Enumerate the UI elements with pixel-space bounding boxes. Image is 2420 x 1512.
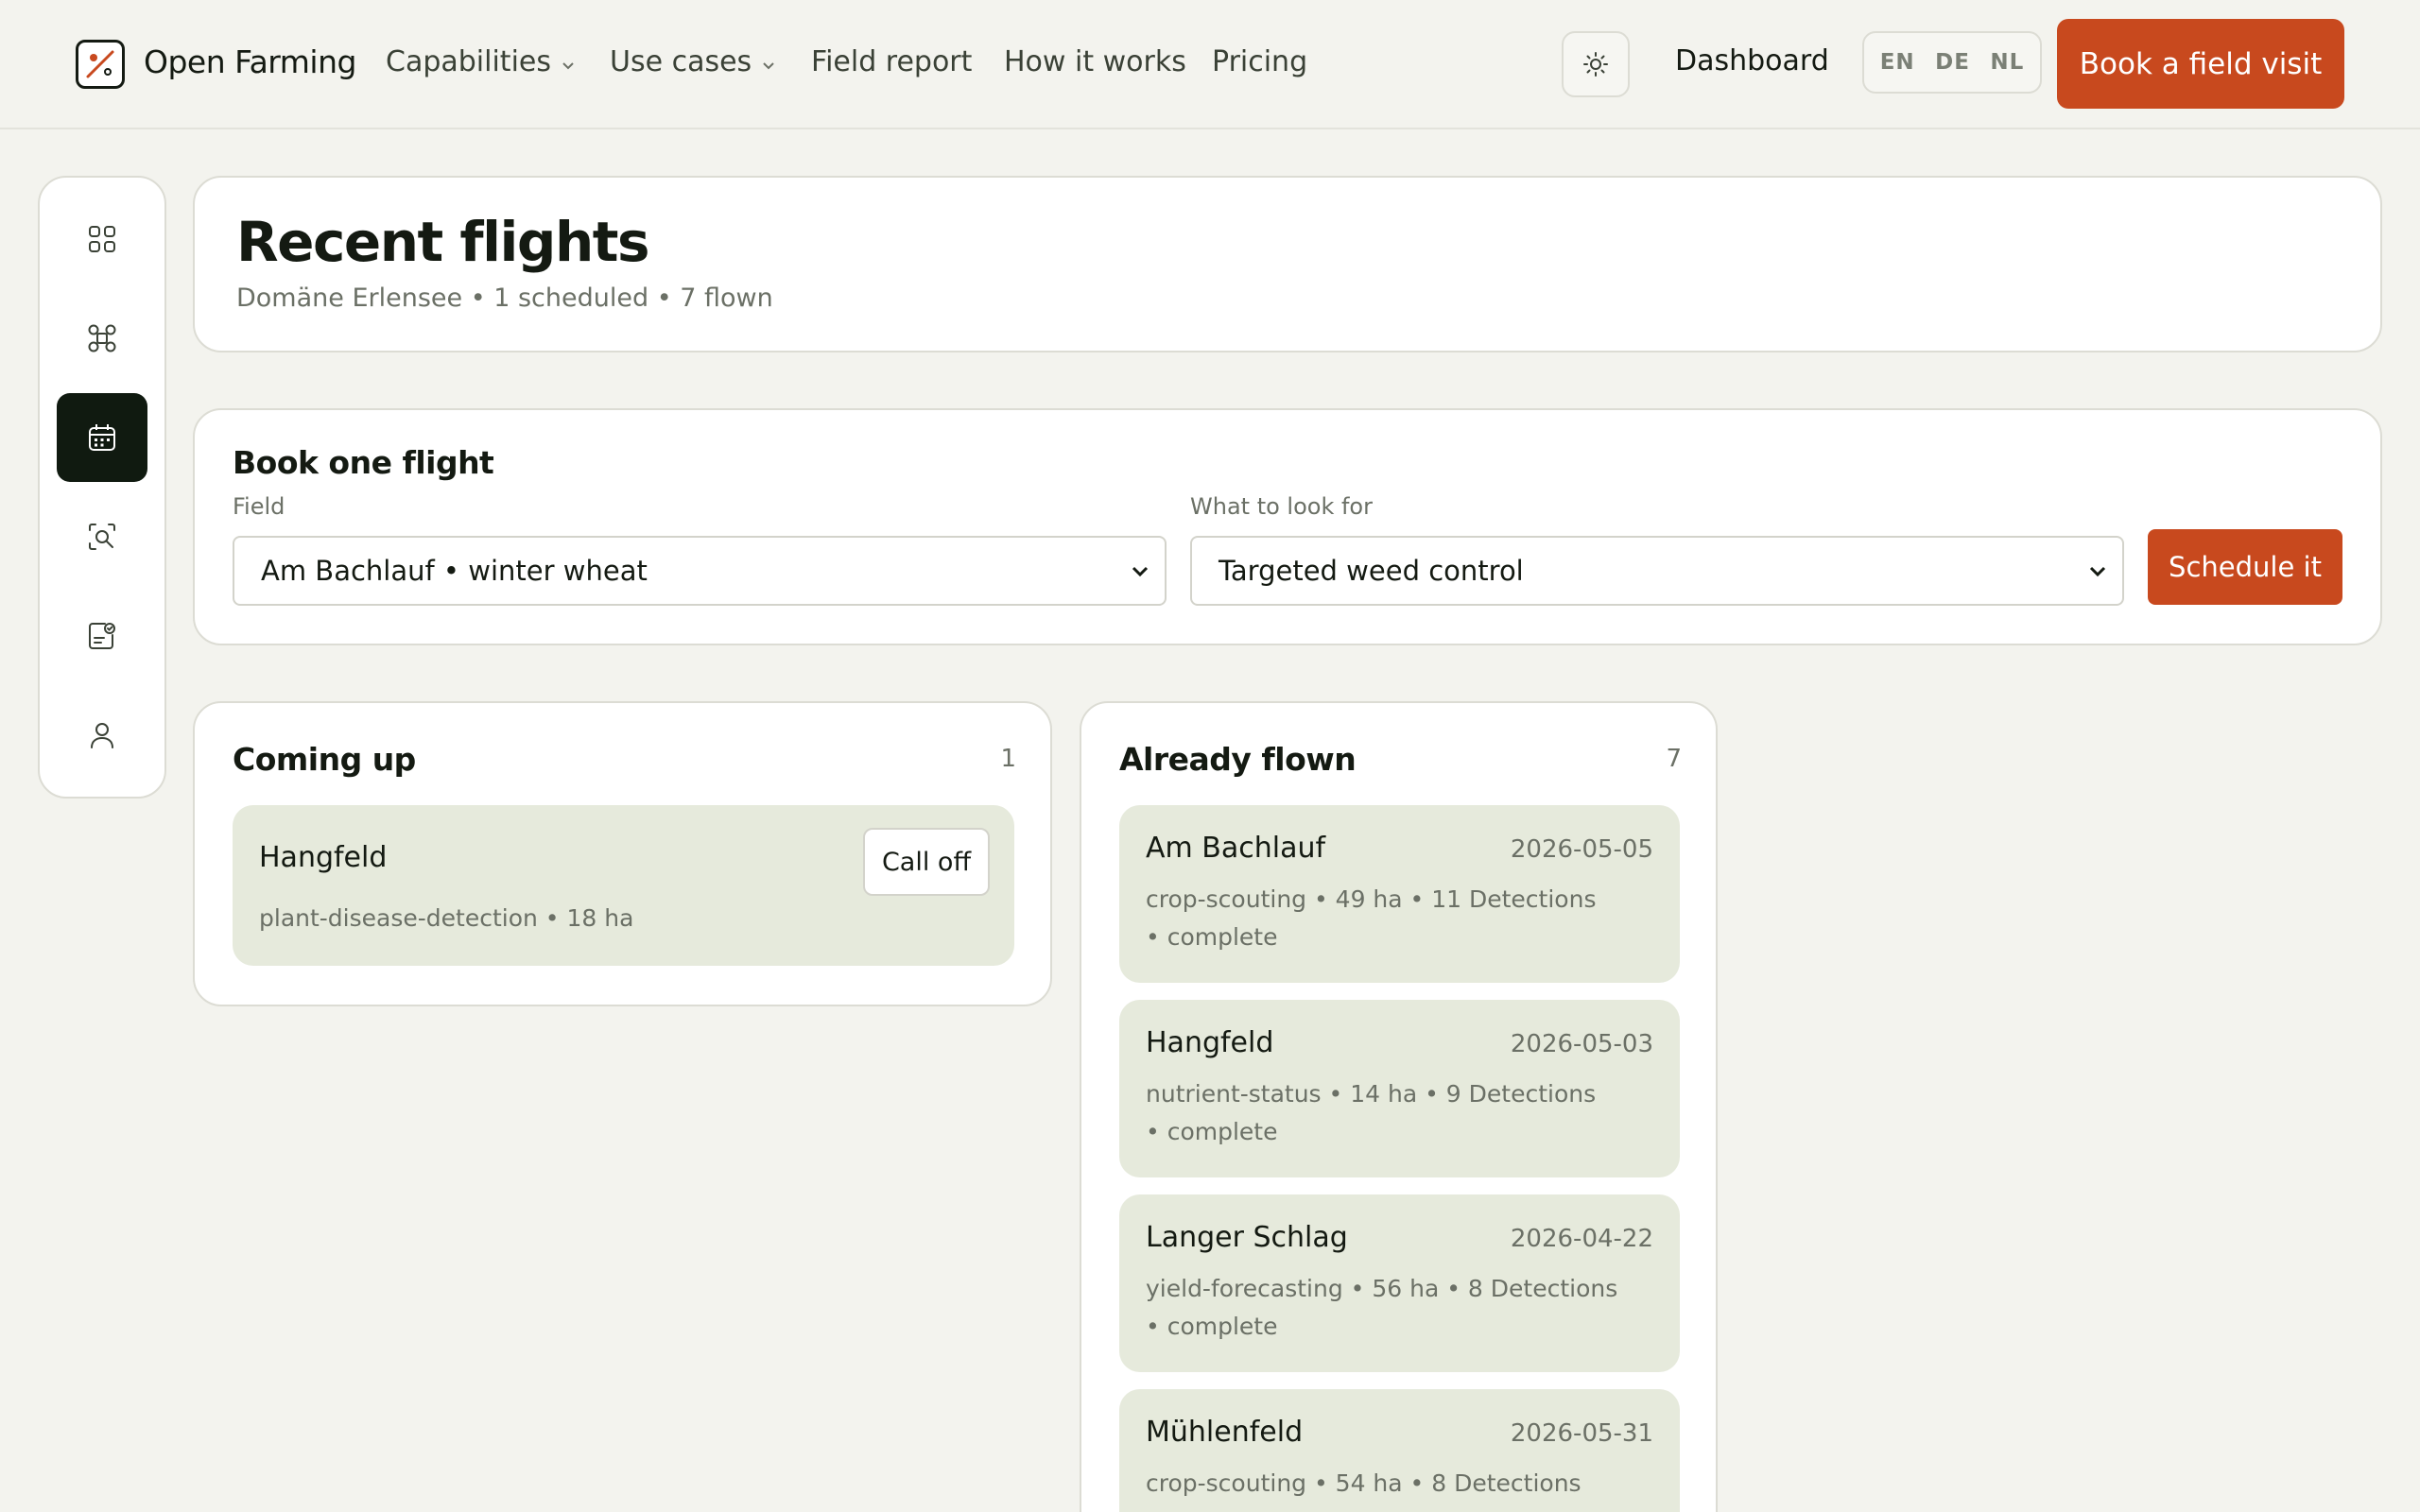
schedule-button[interactable]: Schedule it [2148, 529, 2342, 605]
book-field-visit-button[interactable]: Book a field visit [2057, 19, 2344, 109]
look-for-select-value: Targeted weed control [1219, 555, 1524, 587]
page-header-card: Recent flights Domäne Erlensee • 1 sched… [193, 176, 2382, 352]
field-select-value: Am Bachlauf • winter wheat [261, 555, 648, 587]
look-for-select[interactable]: Targeted weed control [1190, 536, 2124, 606]
nav-capabilities-label: Capabilities [386, 45, 551, 78]
list-item[interactable]: Mühlenfeld 2026-05-31 crop-scouting • 54… [1119, 1389, 1680, 1512]
page-title: Recent flights [236, 210, 649, 274]
item-name: Mühlenfeld [1146, 1416, 1304, 1449]
already-flown-title: Already flown [1119, 741, 1357, 778]
sidebar [38, 176, 166, 799]
item-meta: crop-scouting • 54 ha • 8 Detections [1146, 1469, 1582, 1497]
field-select[interactable]: Am Bachlauf • winter wheat [233, 536, 1167, 606]
sidebar-item-profile[interactable] [57, 691, 147, 780]
look-for-label: What to look for [1190, 493, 1373, 520]
call-off-button[interactable]: Call off [863, 828, 990, 896]
item-name: Am Bachlauf [1146, 832, 1326, 865]
list-item[interactable]: Hangfeld 2026-05-03 nutrient-status • 14… [1119, 1000, 1680, 1177]
booking-card: Book one flight Field Am Bachlauf • wint… [193, 408, 2382, 645]
brand-name[interactable]: Open Farming [144, 43, 356, 80]
nav-how-it-works[interactable]: How it works [1004, 45, 1186, 78]
item-status: • complete [1146, 923, 1278, 951]
scan-search-icon [89, 524, 115, 550]
theme-toggle-button[interactable] [1562, 31, 1630, 97]
item-date: 2026-05-03 [1510, 1030, 1653, 1058]
item-name: Hangfeld [1146, 1026, 1274, 1059]
nav-capabilities[interactable]: Capabilities [386, 45, 576, 79]
logo-icon[interactable] [76, 40, 125, 89]
coming-up-count: 1 [1000, 745, 1016, 773]
list-item[interactable]: Langer Schlag 2026-04-22 yield-forecasti… [1119, 1194, 1680, 1372]
item-meta: yield-forecasting • 56 ha • 8 Detections [1146, 1275, 1618, 1302]
nav-field-report[interactable]: Field report [811, 45, 972, 78]
lang-nl[interactable]: NL [1990, 50, 2024, 75]
calendar-icon [89, 424, 115, 451]
report-check-icon [89, 623, 115, 649]
chevron-down-icon [561, 46, 576, 79]
nav-dashboard[interactable]: Dashboard [1675, 44, 1829, 77]
list-item[interactable]: Hangfeld plant-disease-detection • 18 ha… [233, 805, 1014, 966]
field-label: Field [233, 493, 285, 520]
grid-icon [89, 226, 115, 252]
sidebar-item-scans[interactable] [57, 492, 147, 581]
chevron-down-icon [2089, 566, 2106, 577]
coming-up-title: Coming up [233, 741, 416, 778]
lang-en[interactable]: EN [1880, 50, 1915, 75]
sidebar-item-overview[interactable] [57, 195, 147, 284]
chevron-down-icon [1132, 566, 1149, 577]
sidebar-item-drones[interactable] [57, 294, 147, 383]
list-item[interactable]: Am Bachlauf 2026-05-05 crop-scouting • 4… [1119, 805, 1680, 983]
language-switcher: EN DE NL [1862, 31, 2042, 94]
item-date: 2026-04-22 [1510, 1225, 1653, 1253]
top-header: Open Farming Capabilities Use cases Fiel… [0, 0, 2420, 129]
already-flown-count: 7 [1666, 745, 1682, 773]
already-flown-card: Already flown 7 Am Bachlauf 2026-05-05 c… [1080, 701, 1718, 1512]
item-status: • complete [1146, 1118, 1278, 1145]
nav-use-cases[interactable]: Use cases [610, 45, 776, 79]
sun-icon [1583, 52, 1608, 77]
page-subtitle: Domäne Erlensee • 1 scheduled • 7 flown [236, 284, 773, 313]
item-name: Hangfeld [259, 841, 388, 874]
drone-icon [88, 324, 116, 352]
item-meta: nutrient-status • 14 ha • 9 Detections [1146, 1080, 1597, 1108]
coming-up-card: Coming up 1 Hangfeld plant-disease-detec… [193, 701, 1052, 1006]
nav-use-cases-label: Use cases [610, 45, 752, 78]
chevron-down-icon [761, 46, 776, 79]
item-date: 2026-05-05 [1510, 835, 1653, 864]
nav-pricing[interactable]: Pricing [1212, 45, 1307, 78]
sidebar-item-reports[interactable] [57, 592, 147, 680]
item-meta: crop-scouting • 49 ha • 11 Detections [1146, 885, 1597, 913]
item-name: Langer Schlag [1146, 1221, 1348, 1254]
item-date: 2026-05-31 [1510, 1419, 1653, 1448]
item-status: • complete [1146, 1313, 1278, 1340]
booking-title: Book one flight [233, 444, 494, 481]
item-meta: plant-disease-detection • 18 ha [259, 904, 634, 932]
lang-de[interactable]: DE [1935, 50, 1970, 75]
sidebar-item-flights[interactable] [57, 393, 147, 482]
user-icon [91, 723, 113, 748]
